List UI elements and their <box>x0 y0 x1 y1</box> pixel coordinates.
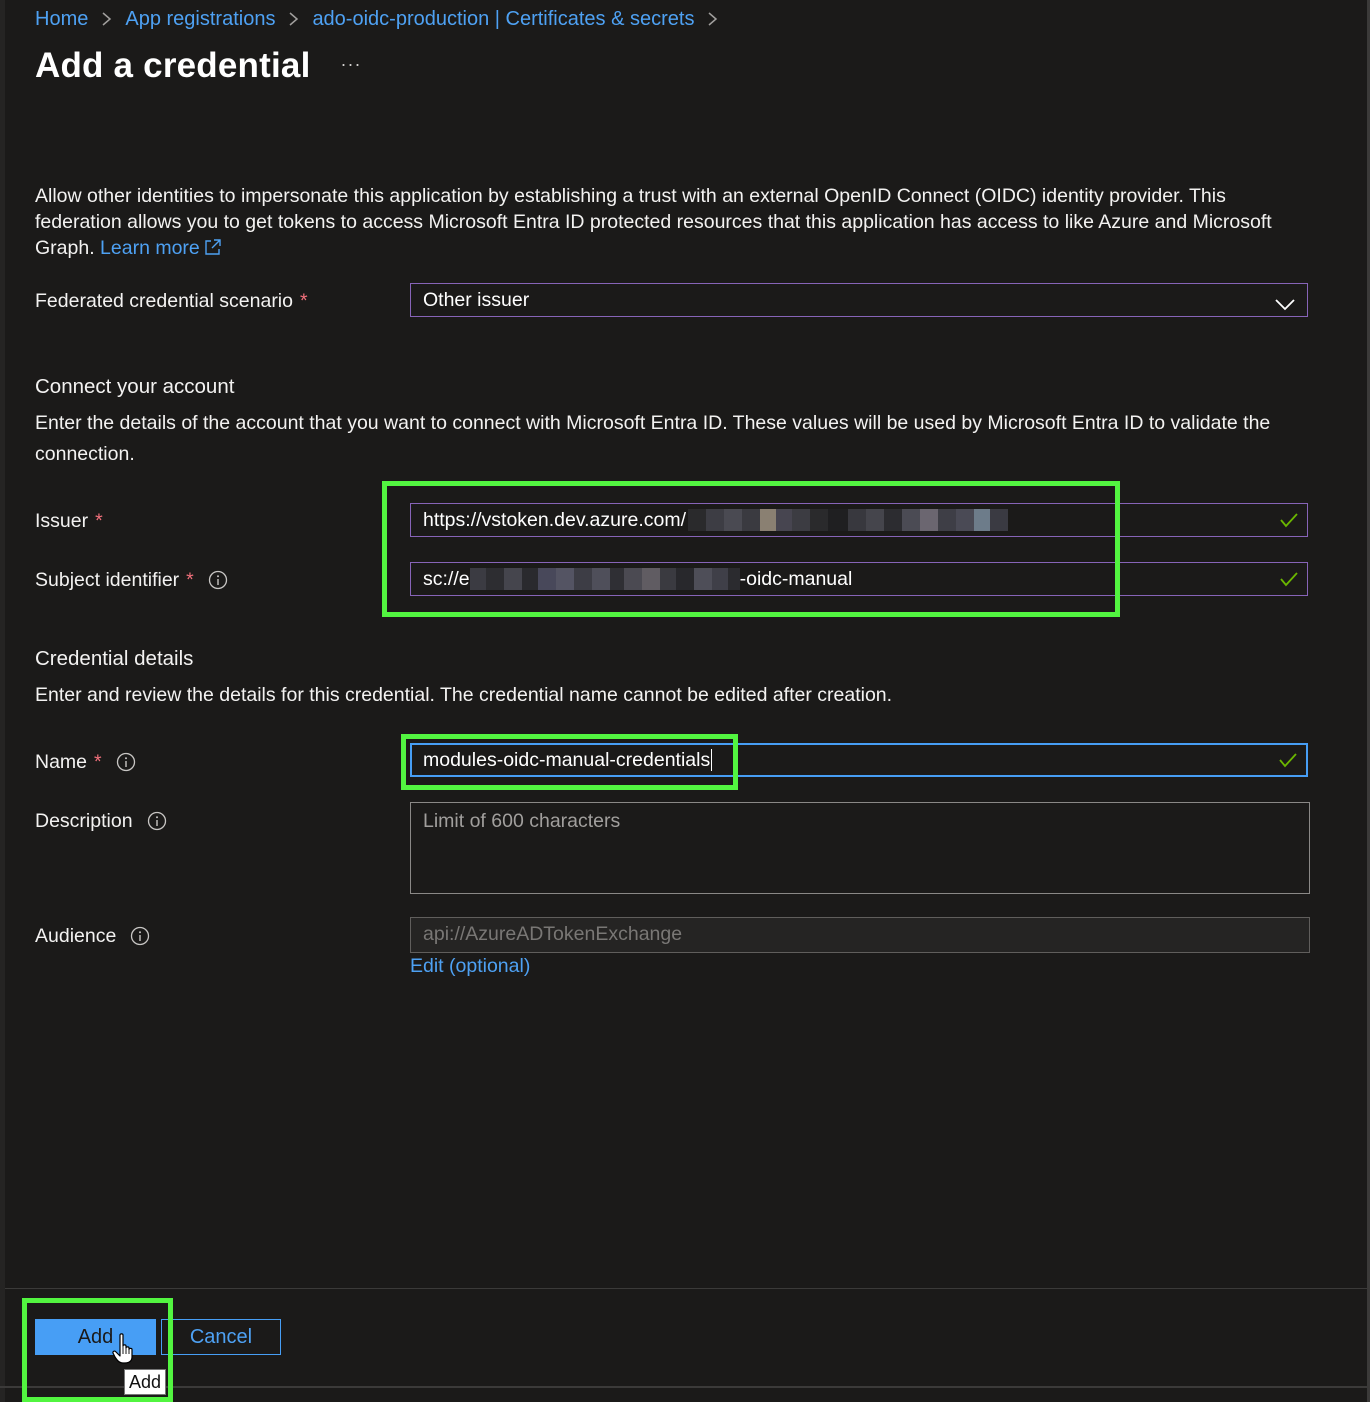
footer-divider <box>5 1288 1367 1289</box>
more-options-button[interactable]: ··· <box>336 54 366 82</box>
issuer-input[interactable]: https://vstoken.dev.azure.com/ <box>410 503 1308 537</box>
external-link-icon <box>203 237 223 264</box>
subject-value-prefix: sc://e <box>423 567 470 590</box>
chevron-down-icon <box>1275 294 1295 317</box>
connect-heading: Connect your account <box>35 375 235 398</box>
hand-cursor-icon <box>112 1333 138 1370</box>
description-label: Description <box>35 806 167 836</box>
intro-description: Allow other identities to impersonate th… <box>35 183 1295 264</box>
checkmark-icon <box>1279 570 1299 594</box>
learn-more-link[interactable]: Learn more <box>100 237 223 259</box>
required-marker: * <box>94 750 102 773</box>
scenario-value: Other issuer <box>423 288 530 311</box>
add-tooltip: Add <box>124 1369 167 1395</box>
name-value: modules-oidc-manual-credentials <box>423 748 711 771</box>
subject-label: Subject identifier * <box>35 565 228 595</box>
subject-value-suffix: -oidc-manual <box>739 567 853 590</box>
audience-label: Audience <box>35 921 150 951</box>
name-input[interactable]: modules-oidc-manual-credentials <box>410 743 1308 777</box>
audience-input: api://AzureADTokenExchange <box>410 917 1310 953</box>
info-icon[interactable] <box>116 752 136 772</box>
highlight-box <box>382 481 1120 617</box>
subject-identifier-input[interactable]: sc://e -oidc-manual <box>410 562 1308 596</box>
issuer-label: Issuer * <box>35 509 103 532</box>
info-icon[interactable] <box>130 926 150 946</box>
chevron-right-icon <box>707 11 718 27</box>
redacted-pixelation <box>688 509 1009 531</box>
breadcrumb: Home App registrations ado-oidc-producti… <box>35 6 731 32</box>
checkmark-icon <box>1279 511 1299 535</box>
text-caret <box>711 749 713 771</box>
required-marker: * <box>95 509 103 532</box>
info-icon[interactable] <box>147 811 167 831</box>
page-title: Add a credential <box>35 46 311 85</box>
cancel-button[interactable]: Cancel <box>161 1319 281 1355</box>
credential-details-description: Enter and review the details for this cr… <box>35 684 893 706</box>
edit-audience-link[interactable]: Edit (optional) <box>410 955 530 978</box>
breadcrumb-home[interactable]: Home <box>35 8 88 31</box>
breadcrumb-certificates-secrets[interactable]: ado-oidc-production | Certificates & sec… <box>312 8 694 31</box>
breadcrumb-app-registrations[interactable]: App registrations <box>125 8 275 31</box>
required-marker: * <box>300 289 308 312</box>
checkmark-icon <box>1278 751 1298 775</box>
chevron-right-icon <box>288 11 299 27</box>
required-marker: * <box>186 568 194 591</box>
name-label: Name * <box>35 747 136 777</box>
redacted-pixelation <box>469 568 740 590</box>
chevron-right-icon <box>101 11 112 27</box>
scenario-label: Federated credential scenario * <box>35 289 308 312</box>
connect-description: Enter the details of the account that yo… <box>35 412 1271 465</box>
left-edge <box>0 0 5 1402</box>
description-textarea[interactable]: Limit of 600 characters <box>410 802 1310 894</box>
issuer-value: https://vstoken.dev.azure.com/ <box>423 508 687 531</box>
scenario-dropdown[interactable]: Other issuer <box>410 283 1308 317</box>
credential-details-heading: Credential details <box>35 647 194 670</box>
bottom-divider <box>0 1386 1370 1388</box>
info-icon[interactable] <box>208 570 228 590</box>
